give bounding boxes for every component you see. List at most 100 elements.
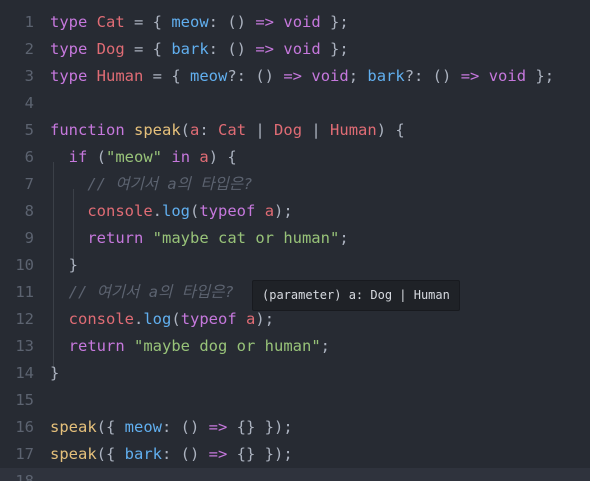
code-text: // 여기서 a의 타입은? (50, 279, 234, 306)
code-token: function (50, 121, 125, 139)
code-token: type (50, 67, 88, 85)
code-token: type (50, 40, 88, 58)
code-token: return (68, 337, 125, 355)
code-text: } (50, 360, 59, 387)
code-line[interactable]: 13 return "maybe dog or human"; (0, 333, 590, 360)
code-token: | (302, 121, 331, 139)
code-token: ({ (96, 445, 125, 463)
code-token: console (68, 310, 134, 328)
code-line[interactable]: 4 (0, 90, 590, 117)
code-token: a (199, 148, 209, 166)
code-token: ( (180, 121, 191, 139)
code-token: "maybe dog or human" (134, 337, 321, 355)
line-number: 12 (15, 310, 34, 328)
code-text: type Dog = { bark: () => void }; (50, 36, 349, 63)
code-token: : () (162, 418, 209, 436)
line-number: 8 (24, 202, 34, 220)
code-text: return "maybe cat or human"; (50, 225, 349, 252)
code-token: speak (134, 121, 181, 139)
code-line[interactable]: 15 (0, 387, 590, 414)
code-line[interactable]: 10 } (0, 252, 590, 279)
code-token: => (460, 67, 480, 85)
code-token: typeof (180, 310, 237, 328)
code-token: Dog (96, 40, 125, 58)
code-line[interactable]: 17 speak({ bark: () => {} }); (0, 441, 590, 468)
code-token: speak (50, 418, 97, 436)
code-token: : (199, 121, 219, 139)
code-token: => (208, 418, 228, 436)
code-line[interactable]: 16 speak({ meow: () => {} }); (0, 414, 590, 441)
code-editor[interactable]: 1 type Cat = { meow: () => void }; 2 type D… (0, 0, 590, 481)
code-line[interactable]: 1 type Cat = { meow: () => void }; (0, 9, 590, 36)
code-token: : () (208, 13, 256, 31)
line-number: 14 (15, 364, 34, 382)
code-token: } (50, 364, 60, 382)
code-token: bark (171, 40, 209, 58)
code-text: console.log(typeof a); (50, 198, 292, 225)
line-number: 10 (15, 256, 34, 274)
code-token: log (162, 202, 190, 220)
code-text: speak({ bark: () => {} }); (50, 441, 293, 468)
code-token: if (68, 148, 88, 166)
code-text: console.log(typeof a); (50, 306, 274, 333)
code-line[interactable]: 7 // 여기서 a의 타입은? (0, 171, 590, 198)
code-token: : () (208, 40, 256, 58)
line-number: 16 (15, 418, 34, 436)
code-token: ) { (208, 148, 237, 166)
code-token: } (50, 256, 78, 274)
code-text: } (50, 252, 78, 279)
code-line[interactable]: 3 type Human = { meow?: () => void; bark?… (0, 63, 590, 90)
code-token: = { (143, 67, 191, 85)
code-token: ({ (96, 418, 125, 436)
code-token: a (246, 310, 256, 328)
code-token: . (152, 202, 162, 220)
code-token: ?: () (227, 67, 284, 85)
type-hover-tooltip: (parameter) a: Dog | Human (252, 280, 460, 311)
code-token: "maybe cat or human" (152, 229, 340, 247)
line-number: 17 (15, 445, 34, 463)
line-number: 9 (24, 229, 34, 247)
code-line[interactable]: 6 if ("meow" in a) { (0, 144, 590, 171)
code-token: void (311, 67, 349, 85)
code-token: "meow" (106, 148, 163, 166)
code-token: a (264, 202, 275, 220)
code-line[interactable]: 8 console.log(typeof a); (0, 198, 590, 225)
line-number: 4 (24, 94, 34, 112)
code-token: ( (171, 310, 181, 328)
code-token: a (190, 121, 200, 139)
code-line[interactable]: 2 type Dog = { bark: () => void }; (0, 36, 590, 63)
code-text: return "maybe dog or human"; (50, 333, 330, 360)
code-token: : () (162, 445, 209, 463)
code-line[interactable]: 5 function speak(a: Cat | Dog | Human) { (0, 117, 590, 144)
code-line[interactable]: 14} (0, 360, 590, 387)
code-token: Human (330, 121, 377, 139)
code-token: log (143, 310, 172, 328)
line-number: 11 (15, 283, 34, 301)
code-text: if ("meow" in a) { (50, 144, 237, 171)
code-line[interactable]: 9 return "maybe cat or human"; (0, 225, 590, 252)
code-token: return (87, 229, 144, 247)
code-token: => (255, 40, 275, 58)
code-text: type Cat = { meow: () => void }; (50, 9, 349, 36)
code-token: ; (339, 229, 349, 247)
code-token: bark (124, 445, 162, 463)
code-token: speak (50, 445, 97, 463)
code-text: function speak(a: Cat | Dog | Human) { (50, 117, 405, 144)
line-number: 6 (24, 148, 34, 166)
code-token: => (208, 445, 228, 463)
code-token: // 여기서 a의 타입은? (68, 283, 234, 301)
code-token: . (134, 310, 144, 328)
code-token: meow (190, 67, 228, 85)
code-token: Human (96, 67, 144, 85)
code-line[interactable]: 18 (0, 468, 590, 481)
